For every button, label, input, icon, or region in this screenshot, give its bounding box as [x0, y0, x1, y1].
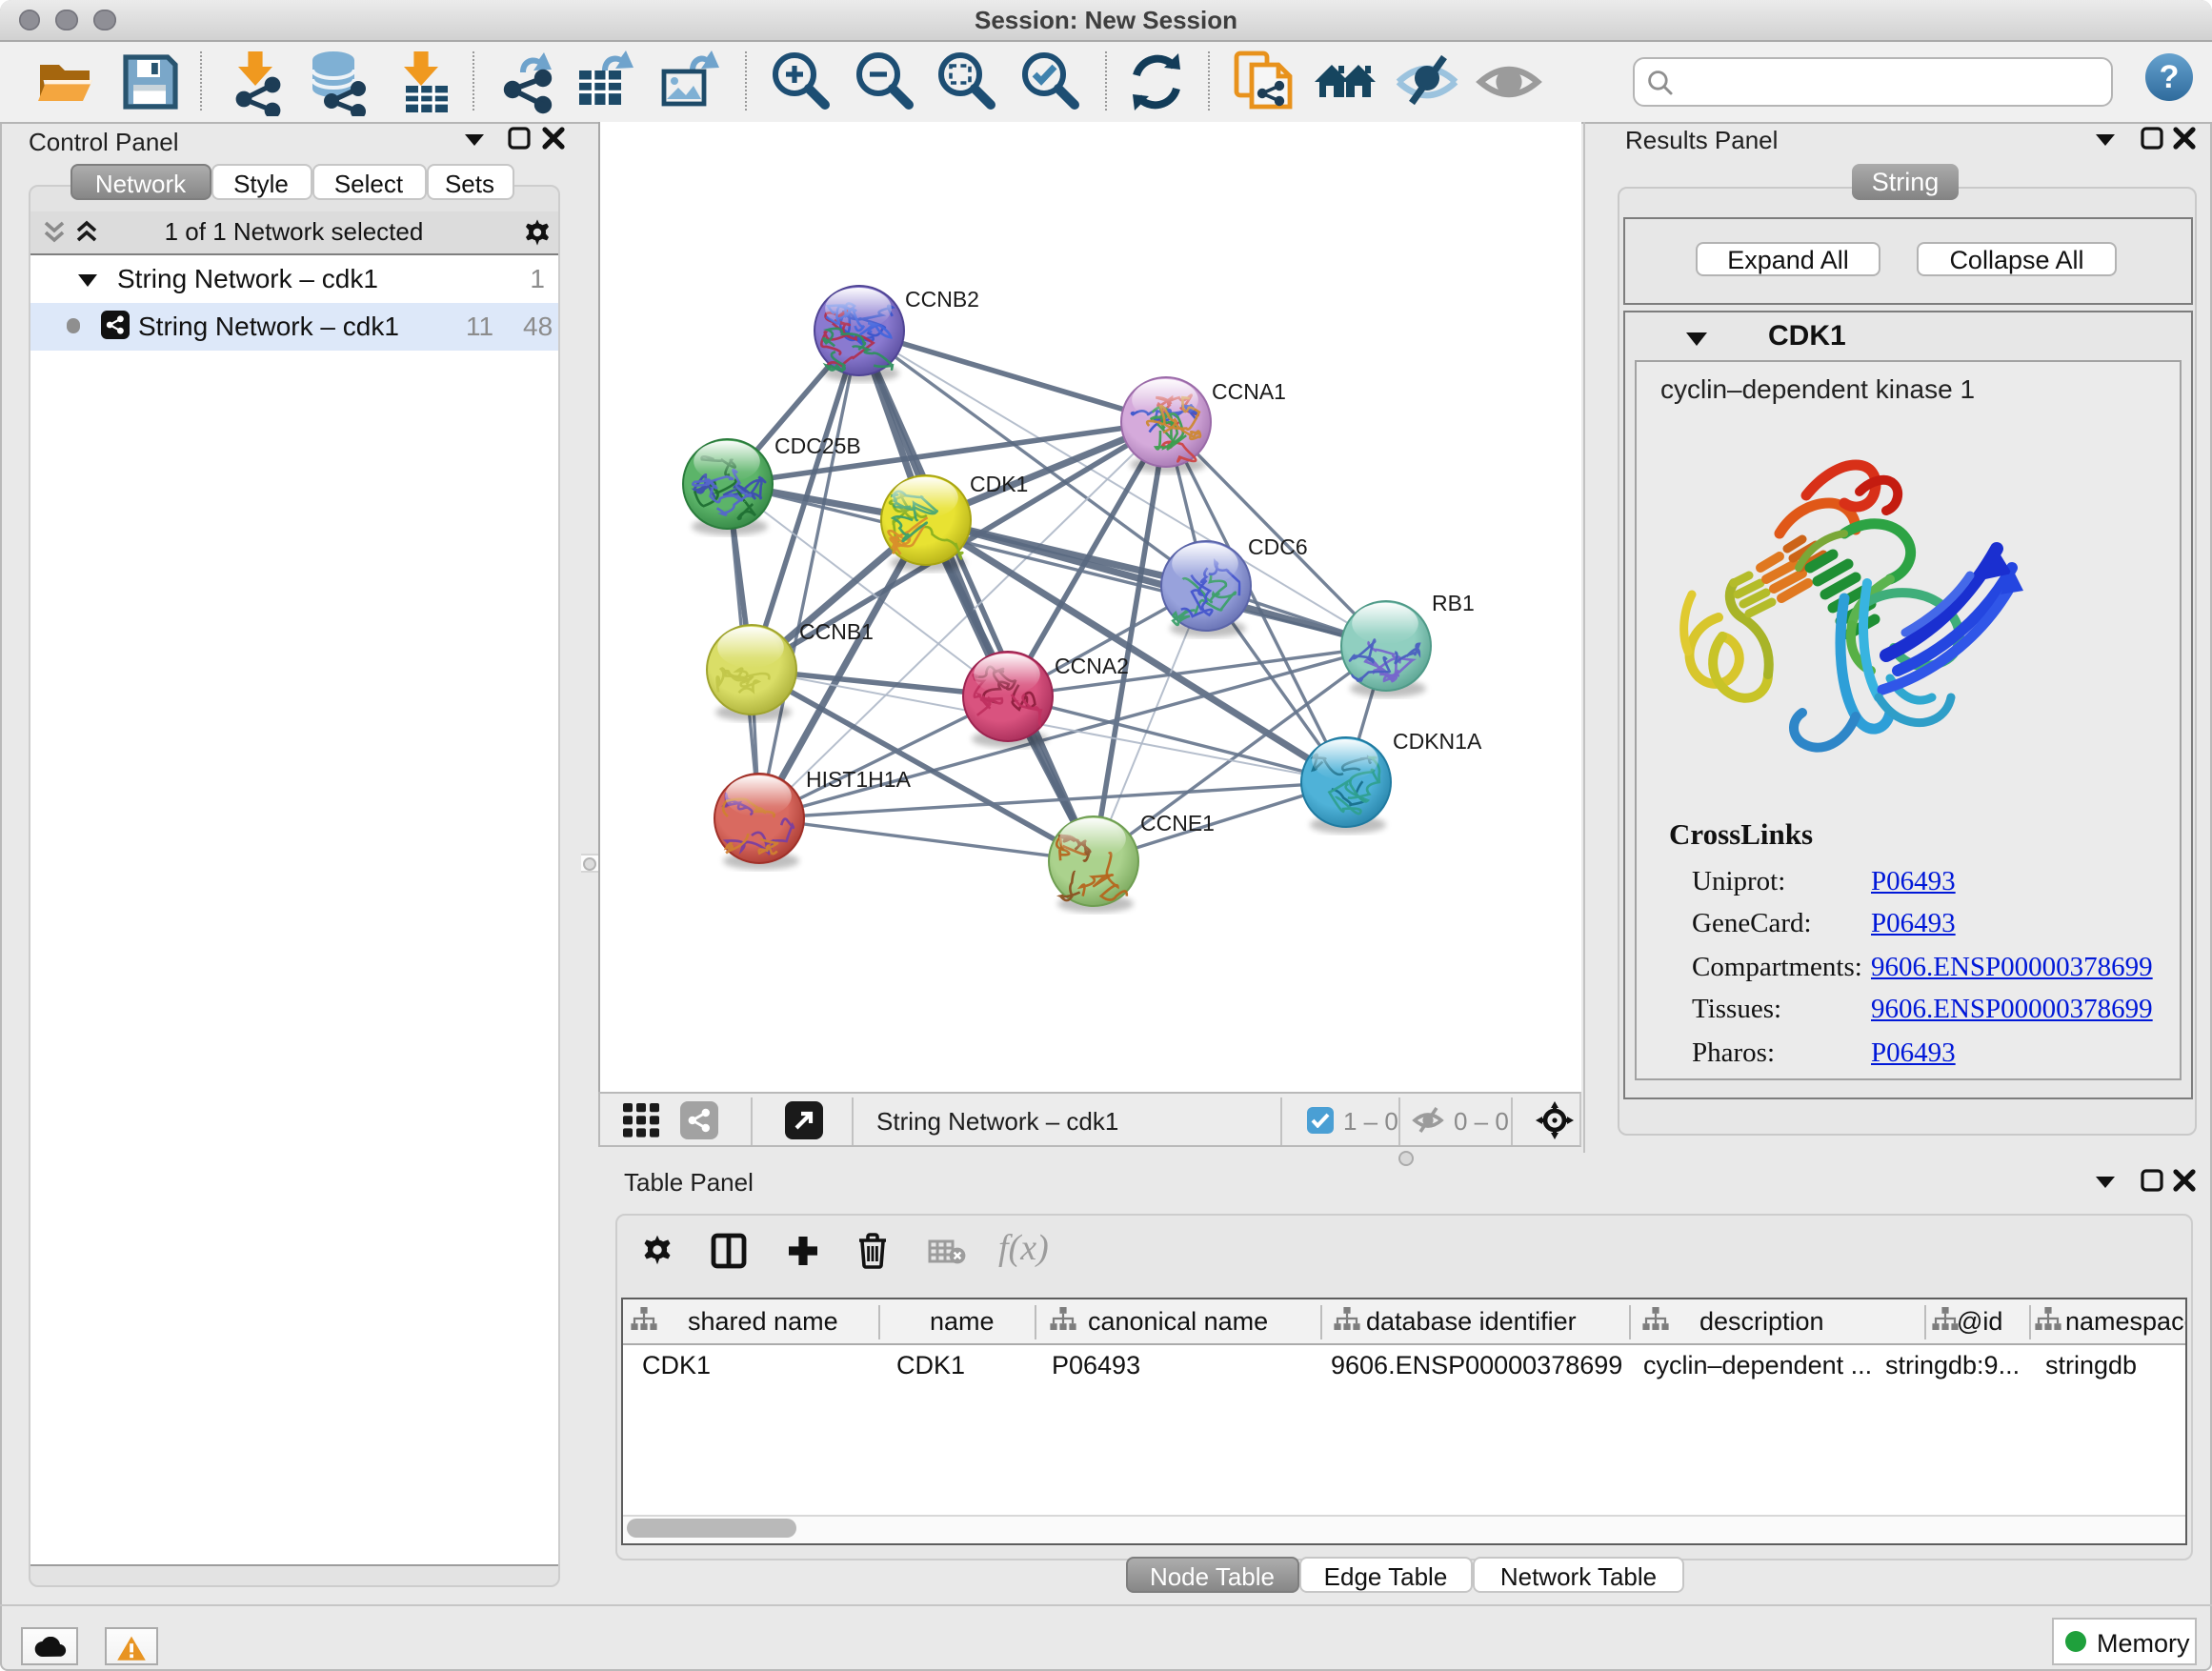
svg-text:CDKN1A: CDKN1A [1393, 728, 1482, 753]
svg-text:CCNB2: CCNB2 [905, 286, 979, 311]
svg-text:CDK1: CDK1 [970, 471, 1028, 495]
svg-text:CDC6: CDC6 [1248, 534, 1308, 558]
svg-text:HIST1H1A: HIST1H1A [806, 766, 912, 791]
svg-text:CCNB1: CCNB1 [799, 618, 874, 643]
svg-text:RB1: RB1 [1432, 590, 1475, 614]
svg-text:CCNE1: CCNE1 [1140, 810, 1215, 835]
svg-text:CCNA2: CCNA2 [1055, 653, 1129, 677]
svg-text:CCNA1: CCNA1 [1212, 378, 1286, 403]
svg-text:CDC25B: CDC25B [774, 433, 861, 457]
